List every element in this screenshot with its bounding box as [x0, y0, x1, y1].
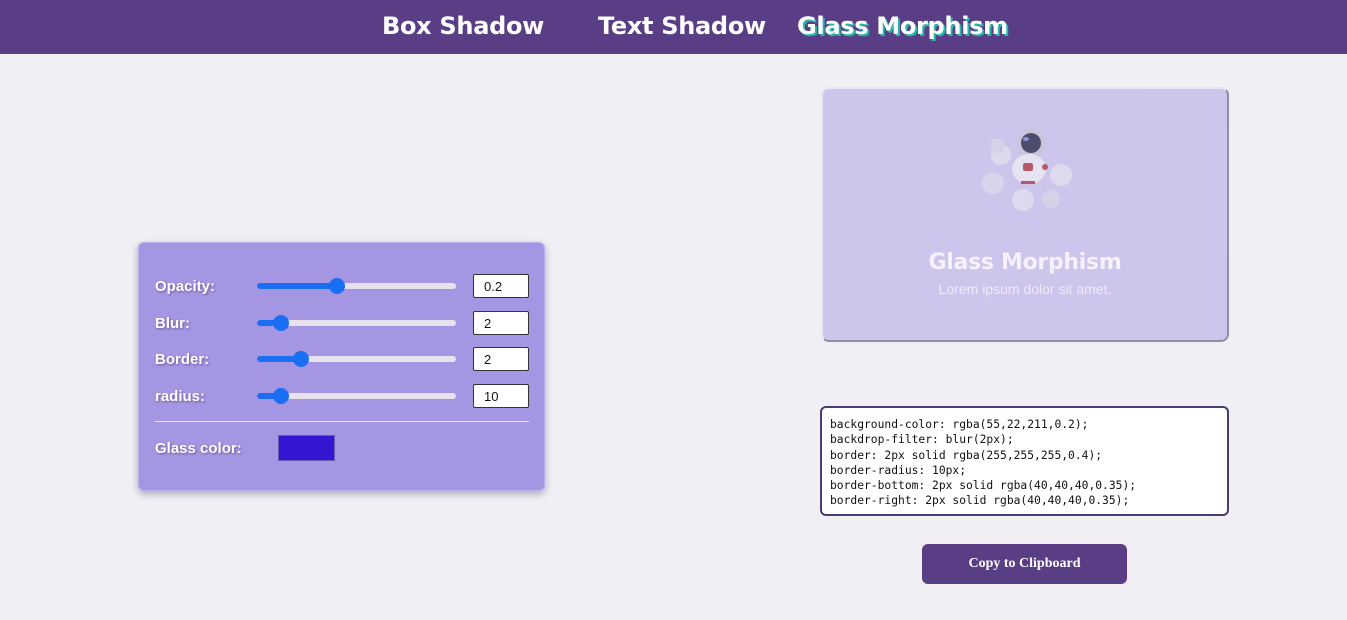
radius-label: radius:	[155, 388, 206, 405]
opacity-label: Opacity:	[155, 278, 216, 295]
radius-input[interactable]	[473, 384, 529, 408]
code-line: border-radius: 10px;	[830, 463, 967, 477]
border-slider[interactable]	[257, 351, 456, 367]
blur-slider[interactable]	[257, 315, 456, 331]
opacity-slider[interactable]	[257, 278, 456, 294]
preview-title: Glass Morphism	[928, 250, 1122, 275]
blur-label: Blur:	[155, 315, 190, 332]
css-code-box[interactable]: background-color: rgba(55,22,211,0.2); b…	[820, 406, 1229, 516]
border-input[interactable]	[473, 347, 529, 371]
tab-text-shadow[interactable]: Text Shadow	[598, 12, 766, 40]
opacity-slider-thumb[interactable]	[328, 278, 345, 294]
radius-slider-thumb[interactable]	[272, 388, 289, 404]
preview-subtitle: Lorem ipsum dolor sit amet.	[938, 281, 1112, 297]
controls-panel: Opacity: Blur: Border: radius: Glass col…	[138, 242, 545, 491]
tab-box-shadow[interactable]: Box Shadow	[382, 12, 544, 40]
tab-glass-morphism[interactable]: Glass Morphism	[797, 12, 1008, 40]
code-line: backdrop-filter: blur(2px);	[830, 433, 1014, 447]
opacity-input[interactable]	[473, 274, 529, 298]
code-line: border-right: 2px solid rgba(40,40,40,0.…	[830, 494, 1130, 508]
radius-slider[interactable]	[257, 388, 456, 404]
code-line: border-bottom: 2px solid rgba(40,40,40,0…	[830, 479, 1137, 493]
astronaut-icon	[982, 128, 1072, 211]
code-line: border: 2px solid rgba(255,255,255,0.4);	[830, 448, 1103, 462]
glass-color-picker[interactable]	[278, 435, 335, 461]
border-slider-thumb[interactable]	[292, 351, 309, 367]
copy-to-clipboard-button[interactable]: Copy to Clipboard	[922, 544, 1127, 584]
opacity-slider-fill	[257, 283, 337, 289]
glass-preview-card: Glass Morphism Lorem ipsum dolor sit ame…	[821, 87, 1229, 342]
glass-color-label: Glass color:	[155, 440, 242, 457]
blur-slider-thumb[interactable]	[272, 315, 289, 331]
top-nav: Box Shadow Text Shadow Glass Morphism	[0, 0, 1347, 54]
code-line: background-color: rgba(55,22,211,0.2);	[830, 418, 1089, 431]
divider	[155, 421, 529, 422]
border-label: Border:	[155, 351, 210, 368]
blur-input[interactable]	[473, 311, 529, 335]
